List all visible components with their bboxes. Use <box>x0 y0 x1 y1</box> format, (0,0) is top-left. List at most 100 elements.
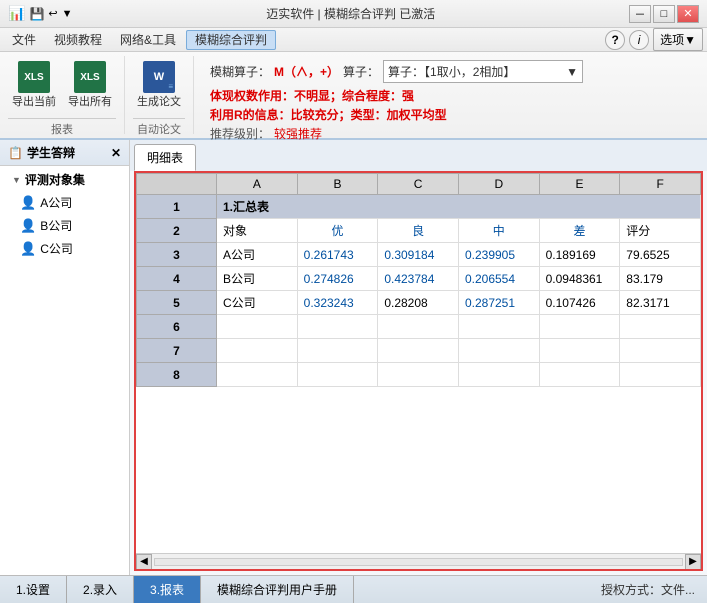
scroll-left-button[interactable]: ◀ <box>136 554 152 570</box>
sidebar-item-b[interactable]: 👤 B公司 <box>4 214 125 237</box>
generate-paper-label: 生成论文 <box>137 93 181 109</box>
cell-4-b: 0.274826 <box>297 267 378 291</box>
cell-5-d: 0.287251 <box>458 291 539 315</box>
col-header-e: E <box>539 174 620 195</box>
sidebar-close-button[interactable]: ✕ <box>111 146 121 160</box>
menu-right-items: ? i 选项▼ <box>605 28 703 51</box>
table-row-empty: 7 <box>137 339 701 363</box>
options-button[interactable]: 选项▼ <box>653 28 703 51</box>
export-current-button[interactable]: XLS 导出当前 <box>8 56 60 114</box>
table-row: 2 对象 优 良 中 差 评分 <box>137 219 701 243</box>
col-header-d: D <box>458 174 539 195</box>
col-header-c: C <box>378 174 459 195</box>
row-num-8: 8 <box>137 363 217 387</box>
operator-select[interactable]: 算子：【1取小，2相加】 ▼ <box>383 60 583 83</box>
tab-content: A B C D E F 1 1.汇总表 <box>134 171 703 571</box>
cell-6-f <box>620 315 701 339</box>
menu-item-file[interactable]: 文件 <box>4 30 44 50</box>
maximize-button[interactable]: □ <box>653 5 675 23</box>
status-btn-report[interactable]: 3.报表 <box>134 576 201 603</box>
quick-arrow-icon[interactable]: ▼ <box>62 8 73 20</box>
cell-8-f <box>620 363 701 387</box>
menu-item-network[interactable]: 网络&工具 <box>112 30 184 50</box>
cell-2-d: 中 <box>458 219 539 243</box>
cell-4-d: 0.206554 <box>458 267 539 291</box>
sidebar-group-label: 评测对象集 <box>25 171 85 188</box>
feature-row: 体现权数作用：不明显；综合程度：强 <box>210 87 691 104</box>
window-controls: － □ ✕ <box>629 5 699 23</box>
cell-8-a <box>217 363 298 387</box>
xls-icon: XLS <box>18 61 50 93</box>
minimize-button[interactable]: － <box>629 5 651 23</box>
tab-bar: 明细表 <box>130 140 707 171</box>
info-button[interactable]: i <box>629 30 649 50</box>
ribbon-info: 模糊算子： M（∧，+） 算子： 算子：【1取小，2相加】 ▼ 体现权数作用：不… <box>202 56 699 134</box>
operator-select-value: 算子：【1取小，2相加】 <box>388 63 515 80</box>
cell-3-a: A公司 <box>217 243 298 267</box>
word-icon: W <box>143 61 175 93</box>
menu-bar: 文件 视频教程 网络&工具 模糊综合评判 ? i 选项▼ <box>0 28 707 52</box>
cell-3-f: 79.6525 <box>620 243 701 267</box>
scroll-track[interactable] <box>154 558 683 566</box>
close-button[interactable]: ✕ <box>677 5 699 23</box>
cell-7-f <box>620 339 701 363</box>
quick-undo-icon[interactable]: ↩ <box>48 7 57 20</box>
cell-5-e: 0.107426 <box>539 291 620 315</box>
col-header-f: F <box>620 174 701 195</box>
sidebar-group-objects[interactable]: ▼ 评测对象集 <box>4 168 125 191</box>
row-num-6: 6 <box>137 315 217 339</box>
feature-text: 体现权数作用：不明显；综合程度：强 <box>210 87 414 104</box>
operator-m: M（∧，+） <box>274 63 339 80</box>
sidebar-item-c[interactable]: 👤 C公司 <box>4 237 125 260</box>
menu-item-video[interactable]: 视频教程 <box>46 30 110 50</box>
cell-7-d <box>458 339 539 363</box>
status-btn-manual[interactable]: 模糊综合评判用户手册 <box>201 576 354 603</box>
generate-paper-icon: W <box>143 61 175 93</box>
cell-8-e <box>539 363 620 387</box>
cell-6-d <box>458 315 539 339</box>
title-bar-left: 📊 💾 ↩ ▼ <box>8 5 73 22</box>
col-header-b: B <box>297 174 378 195</box>
cell-4-f: 83.179 <box>620 267 701 291</box>
sidebar-tree: ▼ 评测对象集 👤 A公司 👤 B公司 👤 C公司 <box>0 166 129 262</box>
quick-save-icon[interactable]: 💾 <box>29 7 44 21</box>
title-bar: 📊 💾 ↩ ▼ 迈实软件 | 模糊综合评判 已激活 － □ ✕ <box>0 0 707 28</box>
table-row-empty: 6 <box>137 315 701 339</box>
sidebar: 📋 学生答辩 ✕ ▼ 评测对象集 👤 A公司 👤 B公司 👤 C公司 <box>0 140 130 575</box>
person-icon-a: 👤 <box>20 195 36 211</box>
sidebar-title: 学生答辩 <box>27 144 75 161</box>
fuzzy-operator-label: 模糊算子： <box>210 63 270 80</box>
ribbon: XLS 导出当前 XLS 导出所有 报表 W 生成论文 自动论文 <box>0 52 707 140</box>
export-buttons: XLS 导出当前 XLS 导出所有 <box>8 56 116 114</box>
export-all-button[interactable]: XLS 导出所有 <box>64 56 116 114</box>
cell-3-b: 0.261743 <box>297 243 378 267</box>
cell-4-c: 0.423784 <box>378 267 459 291</box>
table-row: 3 A公司 0.261743 0.309184 0.239905 0.18916… <box>137 243 701 267</box>
status-btn-settings[interactable]: 1.设置 <box>0 576 67 603</box>
xls-all-icon: XLS <box>74 61 106 93</box>
cell-8-c <box>378 363 459 387</box>
cell-3-d: 0.239905 <box>458 243 539 267</box>
export-current-icon: XLS <box>18 61 50 93</box>
dropdown-arrow: ▼ <box>566 65 578 79</box>
tab-detail[interactable]: 明细表 <box>134 144 196 171</box>
cell-7-b <box>297 339 378 363</box>
generate-paper-button[interactable]: W 生成论文 <box>133 56 185 114</box>
row-num-1: 1 <box>137 195 217 219</box>
operator-calc-label: 算子： <box>343 63 379 80</box>
status-btn-input[interactable]: 2.录入 <box>67 576 134 603</box>
row-num-4: 4 <box>137 267 217 291</box>
sidebar-item-a[interactable]: 👤 A公司 <box>4 191 125 214</box>
menu-item-fuzzy[interactable]: 模糊综合评判 <box>186 30 276 50</box>
row-num-7: 7 <box>137 339 217 363</box>
data-table: A B C D E F 1 1.汇总表 <box>136 173 701 387</box>
export-current-label: 导出当前 <box>12 93 56 109</box>
sidebar-item-a-label: A公司 <box>40 194 72 211</box>
horizontal-scrollbar[interactable]: ◀ ▶ <box>136 553 701 569</box>
cell-2-f: 评分 <box>620 219 701 243</box>
table-wrapper[interactable]: A B C D E F 1 1.汇总表 <box>136 173 701 553</box>
scroll-right-button[interactable]: ▶ <box>685 554 701 570</box>
cell-2-e: 差 <box>539 219 620 243</box>
cell-6-e <box>539 315 620 339</box>
help-button[interactable]: ? <box>605 30 625 50</box>
